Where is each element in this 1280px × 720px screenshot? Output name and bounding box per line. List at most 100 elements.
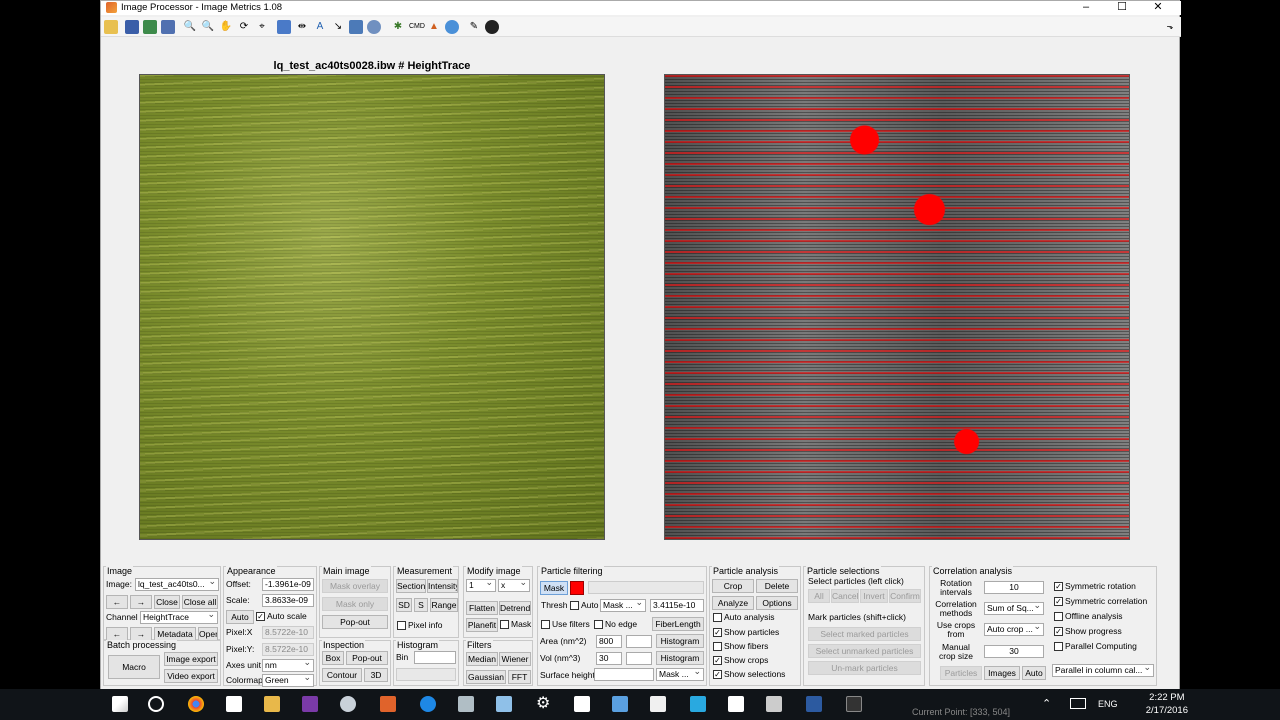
s-button[interactable]: S [414, 598, 428, 612]
select-invert-button[interactable]: Invert [860, 589, 888, 603]
no-edge-checkbox[interactable] [594, 620, 603, 629]
media-icon[interactable] [650, 696, 666, 712]
main-popout-button[interactable]: Pop-out [322, 615, 388, 629]
pin-icon[interactable]: ✎ [467, 20, 481, 34]
thresh-auto-checkbox[interactable] [570, 601, 579, 610]
image-select[interactable]: lq_test_ac40ts0... [135, 578, 219, 591]
delete-button[interactable]: Delete [756, 579, 798, 593]
vol-min-input[interactable]: 30 [596, 652, 622, 665]
fft-button[interactable]: FFT [508, 670, 531, 684]
metadata-button[interactable]: Metadata [154, 627, 196, 641]
corr-particles-button[interactable]: Particles [940, 666, 982, 680]
area-max-input[interactable] [626, 635, 652, 648]
prev-image-button[interactable]: ← [106, 595, 128, 609]
flatten-button[interactable]: Flatten [466, 601, 498, 615]
mask-color-swatch[interactable] [570, 581, 584, 595]
line-tool-icon[interactable]: ↘ [331, 20, 345, 34]
select-confirm-button[interactable]: Confirm [889, 589, 921, 603]
analyze-button[interactable]: Analyze [712, 596, 754, 610]
intensity-button[interactable]: Intensity [427, 579, 458, 593]
threshold-input[interactable]: 3.4115e-10 [650, 599, 704, 612]
select-cancel-button[interactable]: Cancel [831, 589, 859, 603]
mail-icon[interactable] [728, 696, 744, 712]
pan-hand-icon[interactable]: ✋ [219, 20, 233, 34]
select-marked-button[interactable]: Select marked particles [808, 627, 921, 641]
rotate-icon[interactable]: ⟳ [237, 20, 251, 34]
surface-height-input[interactable] [594, 668, 654, 681]
pixel-info-checkbox[interactable] [397, 621, 406, 630]
app-icon-3[interactable] [496, 696, 512, 712]
mask-button[interactable]: Mask [540, 581, 568, 595]
mask-method-select[interactable]: Mask ... [600, 599, 646, 612]
parallel-computing-checkbox[interactable] [1054, 642, 1063, 651]
rotation-intervals-input[interactable]: 10 [984, 581, 1044, 594]
cortana-icon[interactable] [148, 696, 164, 712]
show-selections-checkbox[interactable]: ✓ [713, 670, 722, 679]
grid-icon[interactable] [349, 20, 363, 34]
pixel-x-input[interactable]: 8.5722e-10 [262, 626, 314, 639]
app-icon-4[interactable] [612, 696, 628, 712]
auto-analysis-checkbox[interactable] [713, 613, 722, 622]
maximize-button[interactable]: ☐ [1105, 1, 1139, 15]
wiener-button[interactable]: Wiener [499, 652, 531, 666]
close-image-button[interactable]: Close [154, 595, 180, 609]
modify-axis-select[interactable]: x [498, 579, 530, 592]
corr-images-button[interactable]: Images [984, 666, 1020, 680]
next-image-button[interactable]: → [130, 595, 152, 609]
open-button[interactable]: Open [198, 627, 218, 641]
show-progress-checkbox[interactable]: ✓ [1054, 627, 1063, 636]
parallel-mode-select[interactable]: Parallel in column cal... [1052, 664, 1154, 677]
expand-toolbar-icon[interactable]: ⬎ [1163, 20, 1177, 34]
3d-button[interactable]: 3D [364, 668, 388, 682]
mask-overlay-button[interactable]: Mask overlay [322, 579, 388, 593]
median-button[interactable]: Median [466, 652, 498, 666]
range-button[interactable]: Range [430, 598, 458, 612]
app-icon-7[interactable] [806, 696, 822, 712]
tray-chevron-icon[interactable]: ⌃ [1042, 697, 1051, 710]
settings-gear-icon[interactable] [485, 20, 499, 34]
open-folder-icon[interactable] [104, 20, 118, 34]
pixel-y-input[interactable]: 8.5722e-10 [262, 643, 314, 656]
vol-histogram-button[interactable]: Histogram [656, 651, 704, 665]
planefit-button[interactable]: Planefit [466, 618, 498, 632]
matlab-logo-icon[interactable]: ▲ [427, 20, 441, 34]
clock[interactable]: 2:22 PM 2/17/2016 [1146, 691, 1188, 717]
app-icon-1[interactable] [340, 696, 356, 712]
onenote-icon[interactable] [302, 696, 318, 712]
correlation-methods-select[interactable]: Sum of Sq... [984, 602, 1044, 615]
fit-icon[interactable] [161, 20, 175, 34]
fit-axes-icon[interactable]: ⇹ [295, 20, 309, 34]
unmark-button[interactable]: Un-mark particles [808, 661, 921, 675]
surface-mask-select[interactable]: Mask ... [656, 668, 704, 681]
language-indicator[interactable]: ENG [1098, 699, 1118, 709]
gaussian-button[interactable]: Gaussian [466, 670, 506, 684]
offset-input[interactable]: -1.3961e-09 [262, 578, 314, 591]
corr-auto-button[interactable]: Auto [1022, 666, 1046, 680]
edge-icon[interactable] [420, 696, 436, 712]
threshold-slider[interactable] [588, 581, 704, 594]
macro-button[interactable]: Macro [108, 655, 160, 679]
section-button[interactable]: Section [396, 579, 426, 593]
detrend-button[interactable]: Detrend [499, 601, 531, 615]
channel-select[interactable]: HeightTrace [140, 611, 218, 624]
symmetric-correlation-checkbox[interactable]: ✓ [1054, 597, 1063, 606]
sd-button[interactable]: SD [396, 598, 412, 612]
app-icon-2[interactable] [458, 696, 474, 712]
modify-order-select[interactable]: 1 [466, 579, 496, 592]
settings-icon[interactable]: ⚙ [536, 696, 552, 712]
app-icon-6[interactable] [766, 696, 782, 712]
mask-overlay-image[interactable] [664, 74, 1130, 540]
auto-scale-button[interactable]: Auto [226, 610, 254, 624]
axes-unit-select[interactable]: nm [262, 659, 314, 672]
show-fibers-checkbox[interactable] [713, 642, 722, 651]
app-icon-8[interactable] [846, 696, 862, 712]
save-icon[interactable] [125, 20, 139, 34]
zoom-out-icon[interactable]: 🔍 [201, 20, 215, 34]
select-all-button[interactable]: All [808, 589, 830, 603]
next-channel-button[interactable]: → [130, 627, 152, 641]
bin-input[interactable] [414, 651, 456, 664]
mask-checkbox[interactable] [500, 620, 509, 629]
area-min-input[interactable]: 800 [596, 635, 622, 648]
manual-crop-input[interactable]: 30 [984, 645, 1044, 658]
globe-icon[interactable] [445, 20, 459, 34]
